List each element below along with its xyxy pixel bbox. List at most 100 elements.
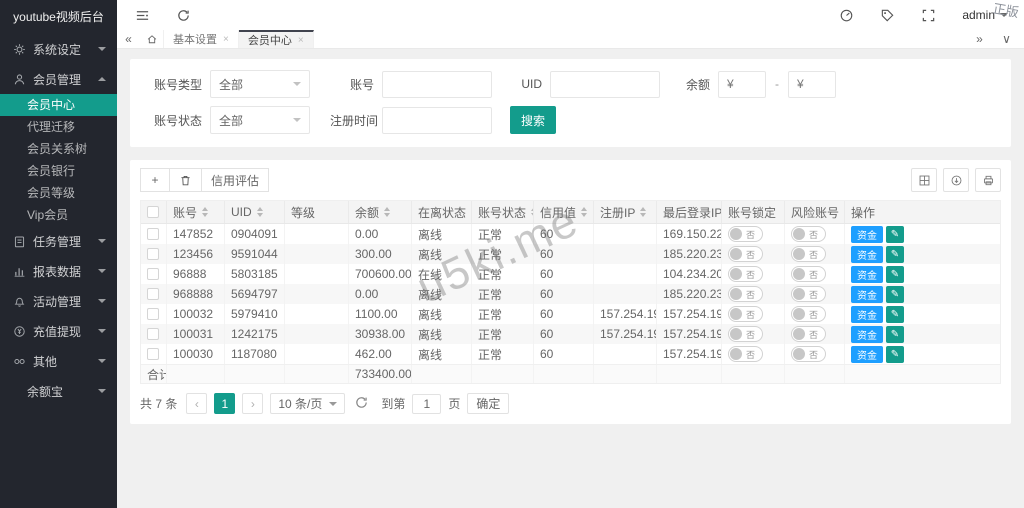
sort-icon[interactable] [384,207,390,217]
refresh-icon[interactable] [176,8,191,23]
row-checkbox[interactable] [147,288,159,300]
home-icon[interactable] [140,30,163,48]
refresh-table-icon[interactable] [354,395,372,413]
lock-toggle[interactable]: 否 [728,286,763,302]
fund-button[interactable]: 资金 [851,266,883,283]
sidebar-subitem[interactable]: Vip会员 [0,204,117,226]
edit-button[interactable]: ✎ [886,286,904,303]
lock-toggle[interactable]: 否 [728,306,763,322]
account-input[interactable] [382,71,492,98]
row-checkbox[interactable] [147,248,159,260]
row-checkbox[interactable] [147,308,159,320]
cell-value: 123456 [173,247,213,261]
delete-button[interactable] [169,168,202,192]
sort-icon[interactable] [581,207,587,217]
trash-icon [179,174,192,187]
risk-toggle[interactable]: 否 [791,246,826,262]
risk-toggle[interactable]: 否 [791,326,826,342]
sidebar-subitem[interactable]: 会员银行 [0,160,117,182]
print-icon[interactable] [975,168,1001,192]
select-all-checkbox[interactable] [147,206,159,218]
sidebar-item-7[interactable]: 余额宝 [0,376,117,406]
close-icon[interactable]: × [223,34,229,45]
close-icon[interactable]: × [298,35,304,46]
gauge-icon[interactable] [839,8,854,23]
credit-eval-button[interactable]: 信用评估 [201,168,269,192]
edit-button[interactable]: ✎ [886,346,904,363]
sidebar-subitem[interactable]: 会员中心 [0,94,117,116]
sidebar-subitem[interactable]: 会员关系树 [0,138,117,160]
toggle-knob [730,308,742,320]
column-header-checkbox[interactable] [141,201,167,223]
edit-button[interactable]: ✎ [886,266,904,283]
lock-toggle[interactable]: 否 [728,246,763,262]
search-button[interactable]: 搜索 [510,106,556,134]
lock-toggle[interactable]: 否 [728,226,763,242]
tabs-scroll-left-icon[interactable]: « [117,30,140,48]
sidebar-item-5[interactable]: 充值提现 [0,316,117,346]
sidebar-subitem[interactable]: 会员等级 [0,182,117,204]
page-size-select[interactable]: 10 条/页 [270,393,345,414]
risk-toggle[interactable]: 否 [791,266,826,282]
reg-time-input[interactable] [382,107,492,134]
row-checkbox[interactable] [147,348,159,360]
fund-button[interactable]: 资金 [851,246,883,263]
row-checkbox[interactable] [147,268,159,280]
menu-collapse-icon[interactable] [135,8,150,23]
sidebar-item-6[interactable]: 其他 [0,346,117,376]
filter-columns-icon[interactable] [911,168,937,192]
goto-page-input[interactable] [412,394,441,414]
fund-button[interactable]: 资金 [851,326,883,343]
prev-page-button[interactable]: ‹ [186,393,207,414]
fund-button[interactable]: 资金 [851,286,883,303]
sort-icon[interactable] [640,207,646,217]
edit-button[interactable]: ✎ [886,246,904,263]
sort-icon[interactable] [257,207,263,217]
edit-button[interactable]: ✎ [886,226,904,243]
edit-button[interactable]: ✎ [886,306,904,323]
cell-value: 147852 [173,227,213,241]
fund-button[interactable]: 资金 [851,346,883,363]
tabs-menu-icon[interactable]: ∨ [995,32,1018,46]
balance-min-input[interactable] [718,71,766,98]
risk-toggle[interactable]: 否 [791,346,826,362]
cell-level [285,324,349,344]
tab-item[interactable]: 会员中心× [239,30,314,48]
column-header-risk: 风险账号 [785,201,845,223]
risk-toggle[interactable]: 否 [791,226,826,242]
sidebar-item-3[interactable]: 报表数据 [0,256,117,286]
tag-icon[interactable] [880,8,895,23]
sort-icon[interactable] [202,207,208,217]
lock-toggle[interactable]: 否 [728,266,763,282]
uid-input[interactable] [550,71,660,98]
tabs-scroll-right-icon[interactable]: » [968,32,991,46]
sidebar-item-2[interactable]: 任务管理 [0,226,117,256]
export-icon[interactable] [943,168,969,192]
fund-button[interactable]: 资金 [851,306,883,323]
tasks-icon [13,235,26,248]
account-type-select[interactable]: 全部 [210,70,310,98]
add-button[interactable]: + [140,168,170,192]
goto-confirm-button[interactable]: 确定 [467,393,509,414]
current-page-button[interactable]: 1 [214,393,235,414]
risk-toggle[interactable]: 否 [791,306,826,322]
sidebar-subitem[interactable]: 代理迁移 [0,116,117,138]
edit-button[interactable]: ✎ [886,326,904,343]
lock-toggle[interactable]: 否 [728,326,763,342]
balance-max-input[interactable] [788,71,836,98]
sidebar-item-1[interactable]: 会员管理 [0,64,117,94]
cell-last_ip: 157.254.19... [657,304,722,324]
cell-balance: 1100.00 [349,304,412,324]
lock-toggle[interactable]: 否 [728,346,763,362]
sidebar-item-4[interactable]: 活动管理 [0,286,117,316]
row-checkbox[interactable] [147,328,159,340]
risk-toggle[interactable]: 否 [791,286,826,302]
tab-item[interactable]: 基本设置× [163,30,239,48]
next-page-button[interactable]: › [242,393,263,414]
account-status-select[interactable]: 全部 [210,106,310,134]
fullscreen-icon[interactable] [921,8,936,23]
sidebar-item-0[interactable]: 系统设定 [0,34,117,64]
fund-button[interactable]: 资金 [851,226,883,243]
row-checkbox[interactable] [147,228,159,240]
user-menu[interactable]: admin [962,8,1008,22]
